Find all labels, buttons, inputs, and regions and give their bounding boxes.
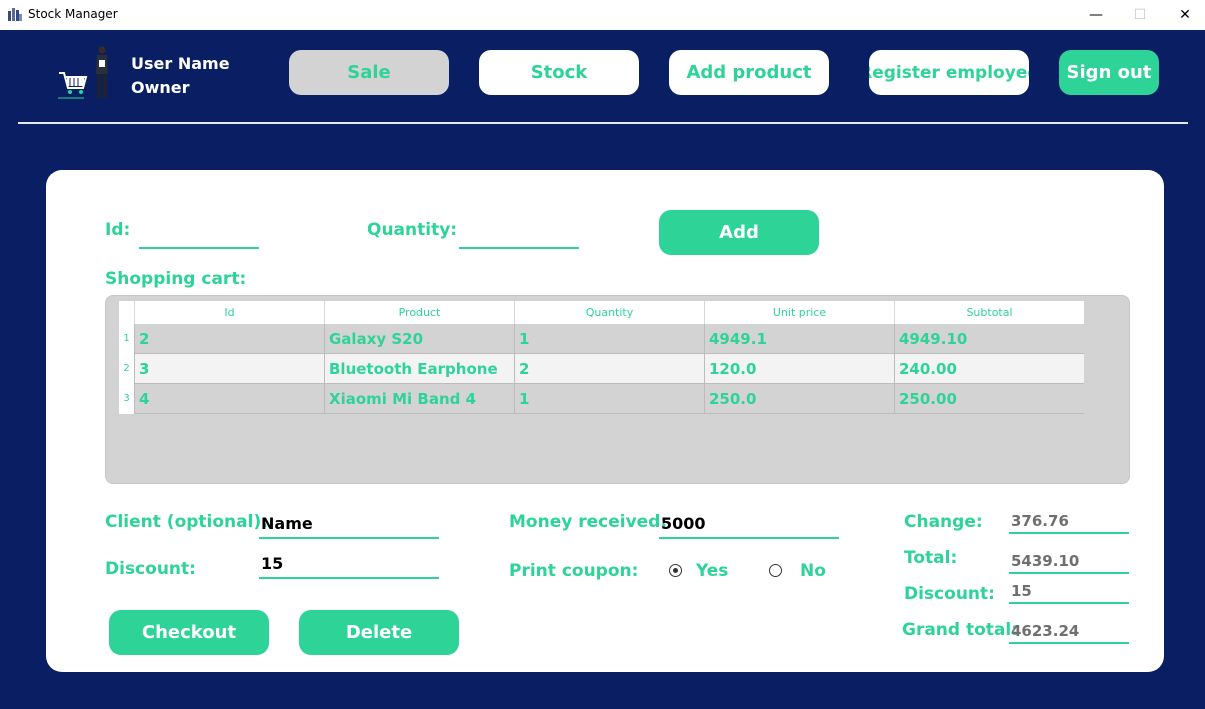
window-titlebar: Stock Manager — ☐ ✕ — [0, 0, 1205, 30]
cell-id[interactable]: 2 — [134, 324, 324, 354]
cell-id[interactable]: 3 — [134, 354, 324, 384]
main-area: User Name Owner Sale Stock Add product R… — [0, 30, 1205, 709]
discount-input-underline — [259, 577, 439, 579]
cell-unit-price[interactable]: 250.0 — [704, 384, 894, 414]
money-received-underline — [659, 537, 839, 539]
shopping-cart-title: Shopping cart: — [105, 269, 247, 289]
app-logo-icon — [8, 8, 22, 21]
change-value: 376.76 — [1011, 512, 1069, 530]
id-label: Id: — [105, 220, 131, 240]
cart-table: Id Product Quantity Unit price Subtotal … — [119, 301, 1084, 414]
column-header-subtotal[interactable]: Subtotal — [894, 301, 1084, 324]
cell-quantity[interactable]: 1 — [514, 324, 704, 354]
row-number: 2 — [119, 354, 134, 384]
discount-label: Discount: — [105, 559, 196, 579]
radio-yes[interactable] — [669, 564, 682, 577]
total-underline — [1009, 572, 1129, 574]
total-label: Total: — [904, 548, 958, 568]
table-corner — [119, 301, 134, 324]
client-label: Client (optional): — [105, 512, 269, 532]
add-button[interactable]: Add — [659, 210, 819, 255]
radio-no-label[interactable]: No — [800, 561, 826, 581]
header-divider — [18, 122, 1188, 124]
cell-subtotal[interactable]: 4949.10 — [894, 324, 1084, 354]
id-input-underline — [139, 247, 259, 249]
column-header-unit-price[interactable]: Unit price — [704, 301, 894, 324]
money-received-input[interactable]: 5000 — [661, 514, 839, 538]
nav-add-product-button[interactable]: Add product — [669, 50, 829, 95]
nav-sale-button[interactable]: Sale — [289, 50, 449, 95]
sale-card: Id: Quantity: Add Shopping cart: Id Prod… — [46, 170, 1164, 672]
client-input[interactable]: Name — [261, 514, 439, 538]
cell-unit-price[interactable]: 4949.1 — [704, 324, 894, 354]
cell-quantity[interactable]: 2 — [514, 354, 704, 384]
grand-total-underline — [1009, 642, 1129, 644]
checkout-button[interactable]: Checkout — [109, 610, 269, 655]
minimize-button[interactable]: — — [1073, 0, 1119, 30]
user-role: Owner — [131, 78, 190, 97]
close-button[interactable]: ✕ — [1162, 0, 1205, 30]
user-name: User Name — [131, 54, 230, 73]
row-number: 1 — [119, 324, 134, 354]
grand-total-label: Grand total: — [902, 620, 1019, 640]
column-header-quantity[interactable]: Quantity — [514, 301, 704, 324]
column-header-product[interactable]: Product — [324, 301, 514, 324]
cart-table-area: Id Product Quantity Unit price Subtotal … — [105, 295, 1130, 484]
quantity-input[interactable] — [461, 222, 579, 246]
sign-out-button[interactable]: Sign out — [1059, 50, 1159, 95]
window-title: Stock Manager — [28, 7, 118, 21]
summary-discount-value: 15 — [1011, 582, 1032, 600]
table-header-row: Id Product Quantity Unit price Subtotal — [119, 301, 1084, 324]
grand-total-value: 4623.24 — [1011, 622, 1080, 640]
print-coupon-label: Print coupon: — [509, 561, 639, 581]
client-input-underline — [259, 537, 439, 539]
summary-discount-underline — [1009, 602, 1129, 604]
cell-unit-price[interactable]: 120.0 — [704, 354, 894, 384]
cell-subtotal[interactable]: 250.00 — [894, 384, 1084, 414]
change-underline — [1009, 532, 1129, 534]
cell-product[interactable]: Xiaomi Mi Band 4 — [324, 384, 514, 414]
total-value: 5439.10 — [1011, 552, 1080, 570]
column-header-id[interactable]: Id — [134, 301, 324, 324]
delete-button[interactable]: Delete — [299, 610, 459, 655]
cell-product[interactable]: Bluetooth Earphone — [324, 354, 514, 384]
row-number: 3 — [119, 384, 134, 414]
quantity-label: Quantity: — [367, 220, 458, 240]
cell-subtotal[interactable]: 240.00 — [894, 354, 1084, 384]
nav-stock-button[interactable]: Stock — [479, 50, 639, 95]
user-with-cart-icon — [58, 46, 108, 99]
table-row[interactable]: 1 2 Galaxy S20 1 4949.1 4949.10 — [119, 324, 1084, 354]
cell-id[interactable]: 4 — [134, 384, 324, 414]
cell-quantity[interactable]: 1 — [514, 384, 704, 414]
discount-input[interactable]: 15 — [261, 554, 439, 578]
quantity-input-underline — [459, 247, 579, 249]
summary-discount-label: Discount: — [904, 584, 995, 604]
cell-product[interactable]: Galaxy S20 — [324, 324, 514, 354]
id-input[interactable] — [141, 222, 259, 246]
maximize-button[interactable]: ☐ — [1117, 0, 1163, 30]
radio-yes-label[interactable]: Yes — [696, 561, 728, 581]
nav-register-employee-button[interactable]: Register employee — [869, 50, 1029, 95]
money-received-label: Money received: — [509, 512, 668, 532]
change-label: Change: — [904, 512, 983, 532]
radio-no[interactable] — [769, 564, 782, 577]
table-row[interactable]: 2 3 Bluetooth Earphone 2 120.0 240.00 — [119, 354, 1084, 384]
table-row[interactable]: 3 4 Xiaomi Mi Band 4 1 250.0 250.00 — [119, 384, 1084, 414]
